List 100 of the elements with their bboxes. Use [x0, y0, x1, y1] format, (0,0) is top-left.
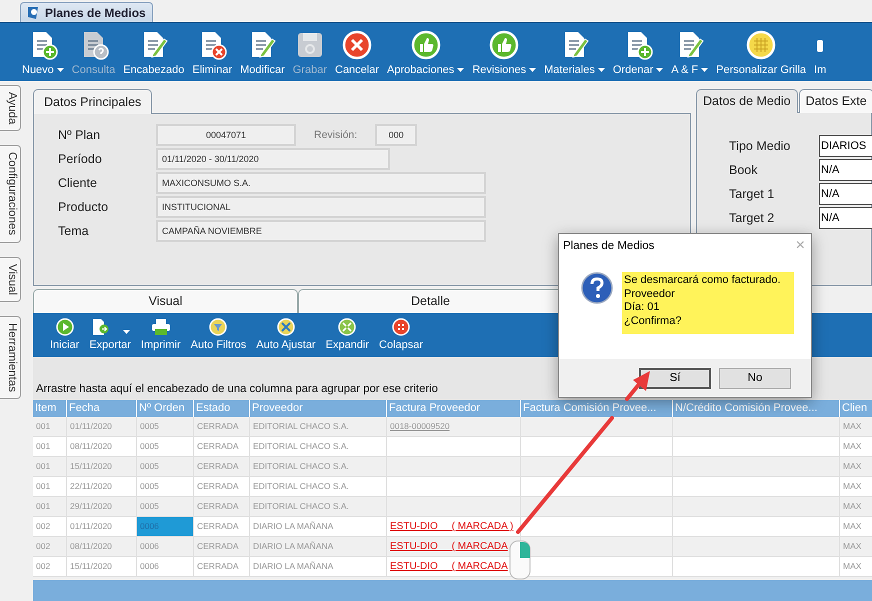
table-cell: 15/11/2020	[67, 457, 137, 477]
toolbar-button[interactable]: Personalizar Grilla	[712, 23, 810, 81]
dialog-button[interactable]: No	[719, 368, 791, 388]
side-tab[interactable]: Visual	[0, 256, 21, 302]
toolbar-button[interactable]: Aprobaciones	[383, 23, 468, 81]
caret-icon	[701, 68, 708, 72]
table-cell: ESTU-DIO ( MARCADA	[387, 537, 521, 557]
table-cell: CERRADA	[194, 497, 250, 517]
text-field[interactable]: 01/11/2020 - 30/11/2020	[156, 148, 390, 170]
table-cell: DIARIO LA MAÑANA	[250, 557, 387, 577]
table-cell: 01/11/2020	[67, 417, 137, 437]
dialog-title: Planes de Medios	[563, 240, 654, 252]
toolbar-button[interactable]: Nuevo	[18, 23, 68, 81]
table-cell: 0018-00009520	[387, 417, 521, 437]
field-label: Tipo Medio	[729, 138, 792, 155]
grid-icon	[746, 30, 776, 60]
text-field[interactable]: 00047071	[156, 124, 296, 146]
text-field[interactable]: N/A	[819, 183, 872, 205]
table-cell: 0005	[137, 417, 194, 437]
toolbar-button[interactable]: Exportar	[84, 318, 136, 357]
text-field[interactable]: N/A	[819, 207, 872, 229]
panel-tab[interactable]: Datos Exte	[798, 89, 872, 113]
panel-tab[interactable]: Datos de Medio	[696, 89, 798, 113]
field-label: Target 1	[729, 186, 776, 203]
caret-icon	[56, 68, 64, 72]
side-tab[interactable]: Configuraciones	[0, 145, 21, 243]
dialog-button[interactable]: Sí	[639, 368, 711, 388]
table-cell: 0005	[137, 497, 194, 517]
thumbs-up-icon	[489, 30, 520, 60]
printer-icon	[150, 318, 171, 336]
window-tab[interactable]: Planes de Medios	[20, 2, 153, 22]
side-tab[interactable]: Herramientas	[0, 316, 21, 399]
message-line: ¿Confirma?	[624, 314, 682, 328]
table-cell: MAX	[840, 457, 872, 477]
field-label: Tema	[58, 223, 90, 240]
table-cell: 001	[33, 457, 67, 477]
table-cell: 002	[33, 537, 67, 557]
toolbar-button[interactable]: Colapsar	[374, 318, 428, 357]
caret-icon	[457, 68, 464, 72]
table-cell: DIARIO LA MAÑANA	[250, 537, 387, 557]
table-cell: CERRADA	[194, 557, 250, 577]
table-cell: 15/11/2020	[67, 557, 137, 577]
toolbar-button[interactable]: Auto Filtros	[186, 318, 252, 357]
table-cell: MAX	[840, 537, 872, 557]
toolbar-button[interactable]: A & F	[667, 23, 712, 81]
table-cell: 08/11/2020	[67, 537, 137, 557]
text-field[interactable]: DIARIOS	[819, 135, 872, 157]
play-icon	[56, 318, 74, 336]
collapse-icon	[392, 318, 410, 336]
field-label: Target 2	[729, 210, 776, 227]
table-cell: 002	[33, 557, 67, 577]
message-line: Se desmarcará como facturado.	[624, 274, 782, 288]
toolbar-button[interactable]: Revisiones	[468, 23, 540, 81]
field-label: Book	[729, 162, 758, 179]
field-label: Período	[58, 151, 103, 168]
section-tab[interactable]: Visual	[33, 289, 298, 313]
cancel-icon	[342, 30, 372, 60]
table-cell: CERRADA	[194, 457, 250, 477]
toolbar-button[interactable]: Ordenar	[608, 23, 668, 81]
question-icon	[581, 272, 613, 304]
text-field[interactable]: INSTITUCIONAL	[156, 196, 486, 218]
table-cell: CERRADA	[194, 537, 250, 557]
toolbar-button[interactable]: Modificar	[236, 23, 289, 81]
table-cell: CERRADA	[194, 417, 250, 437]
caret-icon	[656, 68, 664, 72]
table-cell: 001	[33, 417, 67, 437]
toolbar-button[interactable]: Auto Ajustar	[251, 318, 321, 357]
text-field[interactable]: CAMPAÑA NOVIEMBRE	[156, 220, 486, 242]
caret-icon	[598, 68, 605, 72]
table-cell: 0005	[137, 457, 194, 477]
table-cell: EDITORIAL CHACO S.A.	[250, 417, 387, 437]
toolbar-button[interactable]: Iniciar	[45, 318, 84, 357]
caret-icon	[122, 330, 130, 334]
table-cell: EDITORIAL CHACO S.A.	[250, 457, 387, 477]
text-field[interactable]: 000	[375, 124, 418, 146]
text-field[interactable]: MAXICONSUMO S.A.	[156, 172, 486, 194]
text-field[interactable]: N/A	[819, 159, 872, 181]
filter-icon	[209, 318, 228, 336]
toolbar-button[interactable]: Materiales	[540, 23, 609, 81]
message-line: Proveedor	[624, 288, 676, 301]
toolbar-button[interactable]: Encabezado	[119, 23, 188, 81]
table-cell: 29/11/2020	[67, 497, 137, 517]
toolbar-button[interactable]: Imprimir	[136, 318, 186, 357]
field-label: Producto	[58, 199, 110, 216]
toolbar-button[interactable]: Im	[810, 23, 830, 81]
export-icon	[90, 318, 109, 336]
message-line: Día: 01	[624, 301, 660, 314]
app-logo-icon	[25, 4, 41, 20]
toolbar-button[interactable]: Expandir	[320, 318, 374, 357]
table-cell: 001	[33, 497, 67, 517]
caret-icon	[529, 68, 536, 72]
field-label: Nº Plan	[58, 127, 102, 144]
toolbar-button[interactable]: Cancelar	[331, 23, 384, 81]
side-tab[interactable]: Ayuda	[0, 85, 21, 132]
panel-tab[interactable]: Datos Principales	[33, 89, 152, 114]
expand-icon	[338, 318, 356, 336]
toolbar-button[interactable]: Eliminar	[188, 23, 236, 81]
table-cell: MAX	[840, 497, 872, 517]
field-label: Cliente	[58, 175, 98, 192]
table-cell: 0006	[137, 537, 194, 557]
